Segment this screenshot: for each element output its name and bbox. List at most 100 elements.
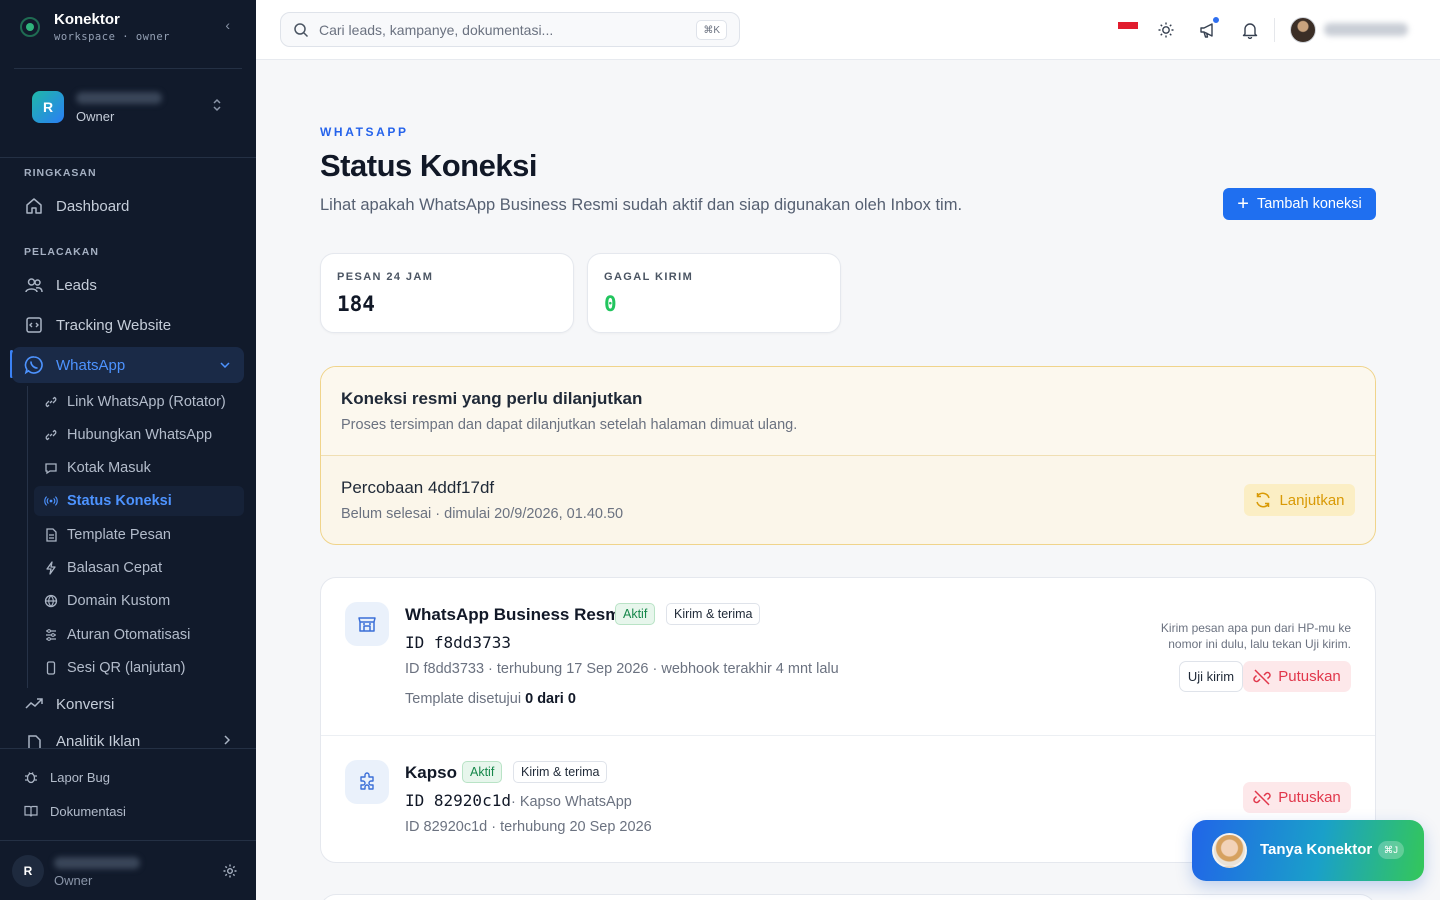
link-icon [44,428,58,442]
attempt-title: Percobaan 4ddf17df [341,478,495,497]
submenu-guide-line [27,386,28,688]
connection-name: Kapso [405,763,457,782]
notification-dot [1212,16,1220,24]
sidebar-subitem-status-koneksi[interactable]: Status Koneksi [34,486,244,516]
gear-icon[interactable] [222,863,238,884]
smartphone-icon [44,661,58,675]
home-icon [24,196,44,216]
chevron-updown-icon [212,98,222,115]
lapor-bug-link[interactable]: Lapor Bug [24,767,110,787]
language-flag-indonesia-icon[interactable] [1118,22,1138,36]
user-profile-card[interactable]: R Owner [0,840,256,900]
sidebar-item-tracking-website[interactable]: Tracking Website [12,307,244,343]
workspace-role: Owner [76,109,115,124]
global-search[interactable]: ⌘K [280,12,740,47]
dokumentasi-link[interactable]: Dokumentasi [24,801,126,821]
chevron-right-icon [224,735,231,748]
page-title: Status Koneksi [320,148,537,183]
sidebar-item-whatsapp[interactable]: WhatsApp [12,347,244,383]
brand-subtitle: workspace · owner [54,31,170,43]
section-label-pelacakan: PELACAKAN [24,246,99,258]
user-name-redacted[interactable] [1324,23,1408,36]
assistant-shortcut-badge: ⌘J [1377,841,1404,859]
lapor-bug-label: Lapor Bug [50,769,110,785]
brand-name: Konektor [54,11,120,28]
workspace-switcher[interactable]: R Owner [12,76,244,138]
puzzle-icon [345,760,389,804]
trending-up-icon [24,694,44,714]
sidebar-subitem-label: Hubungkan WhatsApp [67,427,213,443]
assistant-label: Tanya Konektor [1260,841,1373,858]
users-icon [24,275,44,295]
sidebar-subitem-kotak-masuk[interactable]: Kotak Masuk [34,453,244,483]
user-avatar-photo[interactable] [1290,17,1316,43]
connection-id-value: ID 82920c1d [405,791,511,810]
sidebar-subitem-aturan-otomatisasi[interactable]: Aturan Otomatisasi [34,620,244,650]
user-avatar: R [12,855,44,887]
connection-id: ID f8dd3733 [405,633,511,652]
search-icon [293,22,309,43]
sidebar-subitem-balasan-cepat[interactable]: Balasan Cepat [34,553,244,583]
test-send-hint: Kirim pesan apa pun dari HP-mu ke nomor … [1160,621,1351,651]
sidebar-item-konversi[interactable]: Konversi [12,686,244,722]
lightning-icon [44,561,58,575]
connection-id: ID 82920c1d· Kapso WhatsApp [405,791,632,810]
sidebar-subitem-sesi-qr[interactable]: Sesi QR (lanjutan) [34,653,244,683]
topbar-divider [1274,18,1275,42]
sidebar-item-label: Leads [56,276,97,294]
next-card-edge [320,894,1376,900]
pending-panel-title: Koneksi resmi yang perlu dilanjutkan [341,389,643,408]
status-badge: Aktif [615,603,656,625]
resume-button[interactable]: Lanjutkan [1244,484,1355,516]
sidebar-item-label: Analitik Iklan [56,733,141,748]
sidebar-subitem-label: Status Koneksi [67,493,172,509]
broadcast-icon [44,494,58,508]
disconnect-label: Putuskan [1278,789,1341,806]
sun-icon[interactable] [1156,20,1176,40]
sidebar-subitem-domain-kustom[interactable]: Domain Kustom [34,586,244,616]
sidebar-item-label: Dashboard [56,197,130,215]
template-approval-value: 0 dari 0 [525,691,576,707]
sidebar-subitem-label: Sesi QR (lanjutan) [67,660,186,676]
disconnect-button[interactable]: Putuskan [1243,782,1351,813]
brand-logo-icon [20,17,40,37]
stat-label: PESAN 24 JAM [337,271,434,283]
connection-provider: · Kapso WhatsApp [510,794,632,810]
main-content: WHATSAPP Status Koneksi Lihat apakah Wha… [256,60,1440,900]
mode-badge: Kirim & terima [513,761,608,783]
sidebar-item-dashboard[interactable]: Dashboard [12,188,244,224]
chat-icon [44,461,58,475]
sidebar-subitem-label: Aturan Otomatisasi [67,627,191,643]
template-approval: Template disetujui 0 dari 0 [405,691,576,707]
stat-value: 0 [604,292,617,316]
top-bar: ⌘K [256,0,1440,60]
plus-icon: + [1237,193,1249,215]
code-window-icon [24,315,44,335]
search-input[interactable] [319,19,679,41]
sidebar-subitem-template-pesan[interactable]: Template Pesan [34,520,244,550]
pending-connection-panel: Koneksi resmi yang perlu dilanjutkan Pro… [320,366,1376,545]
disconnect-button[interactable]: Putuskan [1243,661,1351,692]
page-description: Lihat apakah WhatsApp Business Resmi sud… [320,196,963,214]
link-icon [44,395,58,409]
collapse-sidebar-icon[interactable]: ‹ [225,17,230,33]
sidebar-divider [14,68,242,69]
globe-icon [44,594,58,608]
stat-card-failed: GAGAL KIRIM 0 [587,253,841,333]
brand: Konektor workspace · owner ‹ [20,10,236,50]
add-connection-button[interactable]: + Tambah koneksi [1223,188,1376,220]
sidebar-item-analitik-iklan[interactable]: Analitik Iklan [12,726,244,748]
test-send-button[interactable]: Uji kirim [1179,661,1243,692]
bell-icon[interactable] [1240,20,1260,40]
megaphone-icon[interactable] [1198,16,1220,40]
whatsapp-icon [24,355,44,375]
book-icon [24,804,38,818]
file-icon [44,528,58,542]
sidebar-subitem-link-rotator[interactable]: Link WhatsApp (Rotator) [34,387,244,417]
resume-button-label: Lanjutkan [1279,491,1345,509]
sidebar-subitem-hubungkan[interactable]: Hubungkan WhatsApp [34,420,244,450]
sidebar-item-leads[interactable]: Leads [12,267,244,303]
assistant-launcher[interactable]: Tanya Konektor ⌘J [1192,820,1424,881]
sidebar: Konektor workspace · owner ‹ R Owner RIN… [0,0,256,900]
sidebar-item-label: Konversi [56,695,115,713]
